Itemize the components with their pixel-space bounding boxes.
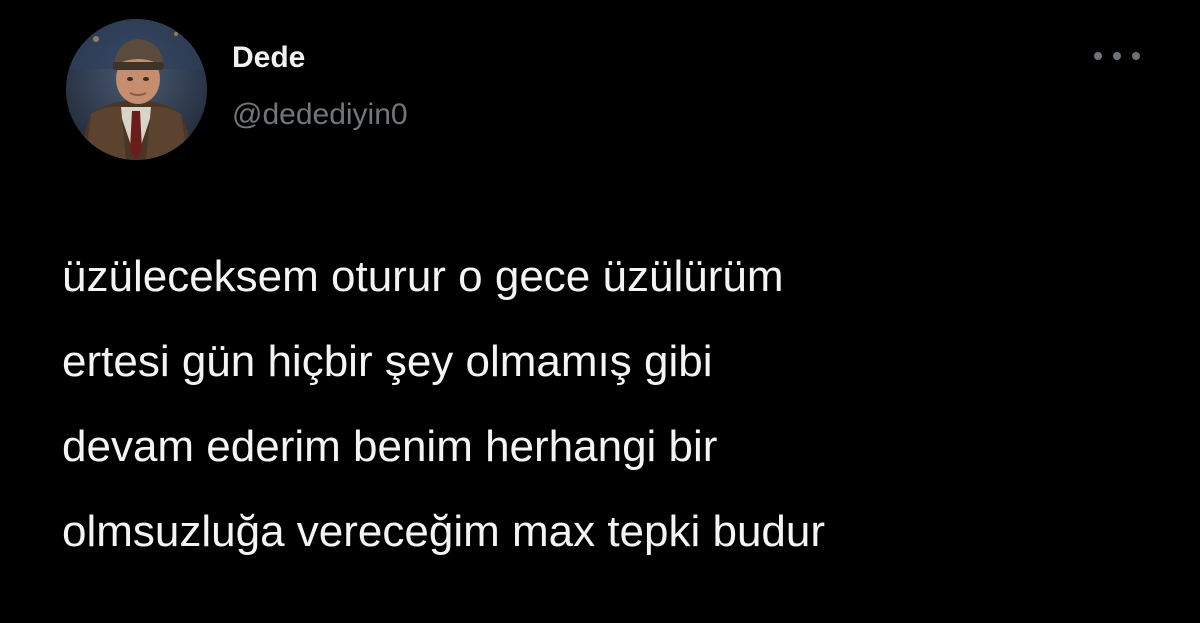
tweet-text-line: olmsuzluğa vereceğim max tepki budur	[62, 507, 826, 556]
more-horizontal-icon	[1113, 52, 1121, 60]
more-horizontal-icon	[1094, 52, 1102, 60]
tweet-text: üzüleceksem oturur o gece üzülürüm ertes…	[62, 234, 1172, 574]
tweet-card: Dede @dedediyin0 üzüleceksem oturur o ge…	[0, 0, 1200, 623]
tweet-text-line: devam ederim benim herhangi bir	[62, 422, 718, 471]
author-handle[interactable]: @dedediyin0	[232, 95, 408, 135]
tweet-text-line: üzüleceksem oturur o gece üzülürüm	[62, 252, 784, 301]
more-horizontal-icon	[1132, 52, 1140, 60]
tweet-text-line: ertesi gün hiçbir şey olmamış gibi	[62, 337, 713, 386]
author-display-name[interactable]: Dede	[232, 38, 305, 78]
more-options-button[interactable]	[1094, 44, 1140, 68]
avatar-image	[66, 19, 207, 160]
avatar[interactable]	[66, 19, 207, 160]
